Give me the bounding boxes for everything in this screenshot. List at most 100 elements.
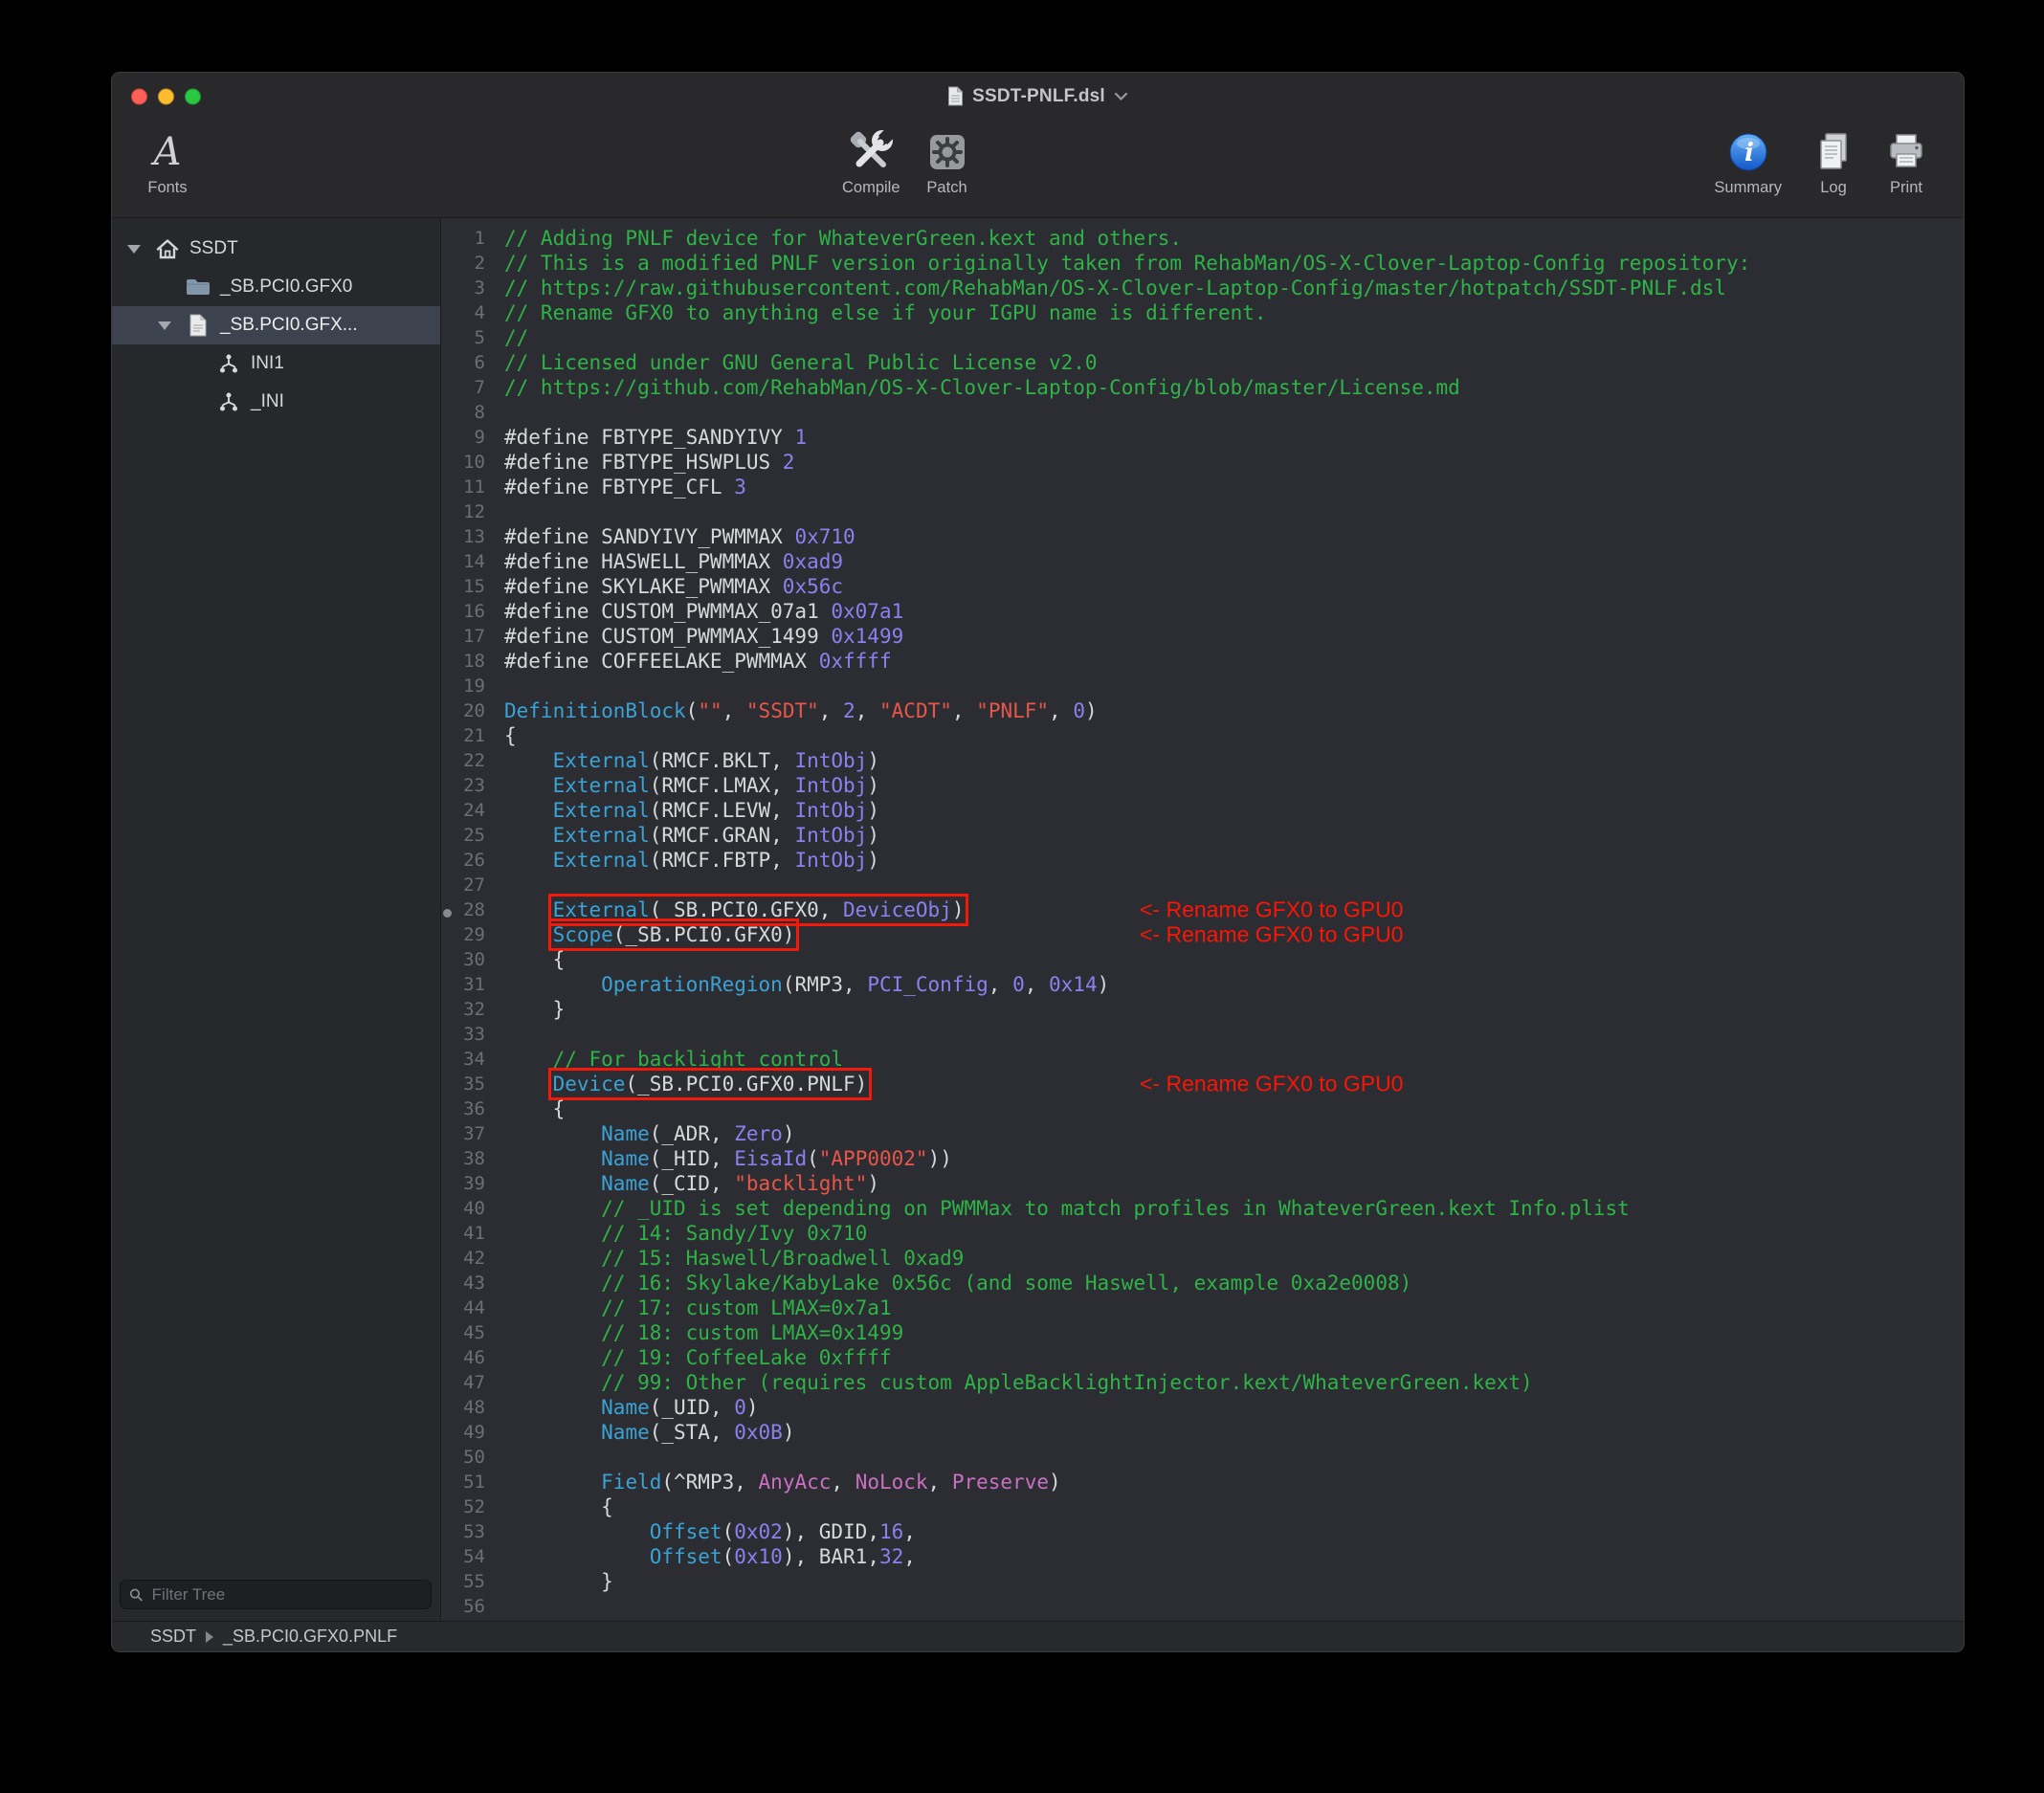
code-line[interactable]: 55 } [441,1569,1964,1594]
line-number: 18 [441,649,500,674]
code-line[interactable]: 36 { [441,1096,1964,1121]
code-line[interactable]: 32 } [441,997,1964,1022]
annotation-rename-text: <- Rename GFX0 to GPU0 [1140,1071,1403,1096]
code-text: // For backlight control [504,1047,843,1072]
line-number: 16 [441,599,500,624]
window-title-group[interactable]: SSDT-PNLF.dsl [947,86,1128,107]
filter-tree-field[interactable] [120,1580,432,1609]
code-line[interactable]: 4// Rename GFX0 to anything else if your… [441,300,1964,325]
code-text: OperationRegion(RMP3, PCI_Config, 0, 0x1… [504,972,1109,997]
code-line[interactable]: 47 // 99: Other (requires custom AppleBa… [441,1370,1964,1395]
sidebar-item-ini1[interactable]: INI1 [112,344,440,383]
window-header: SSDT-PNLF.dsl A Fonts [112,73,1964,218]
code-text: #define FBTYPE_SANDYIVY 1 [504,425,807,450]
code-line[interactable]: 51 Field(^RMP3, AnyAcc, NoLock, Preserve… [441,1470,1964,1494]
summary-button[interactable]: i Summary [1714,120,1782,197]
disclosure-triangle-icon[interactable] [156,320,175,331]
code-line[interactable]: 19 [441,674,1964,698]
code-line[interactable]: 49 Name(_STA, 0x0B) [441,1420,1964,1445]
code-line[interactable]: 3// https://raw.githubusercontent.com/Re… [441,276,1964,300]
minimize-button[interactable] [158,88,174,104]
code-line[interactable]: 23 External(RMCF.LMAX, IntObj) [441,773,1964,798]
log-button[interactable]: Log [1812,120,1855,197]
code-line[interactable]: 10#define FBTYPE_HSWPLUS 2 [441,450,1964,475]
sidebar-item-sb-pci0-gfx0[interactable]: _SB.PCI0.GFX0 [112,268,440,306]
zoom-button[interactable] [185,88,201,104]
code-line[interactable]: 38 Name(_HID, EisaId("APP0002")) [441,1146,1964,1171]
disclosure-triangle-icon[interactable] [125,243,144,255]
code-line[interactable]: 5// [441,325,1964,350]
line-number: 41 [441,1221,500,1246]
code-line[interactable]: 9#define FBTYPE_SANDYIVY 1 [441,425,1964,450]
code-line[interactable]: 31 OperationRegion(RMP3, PCI_Config, 0, … [441,972,1964,997]
code-line[interactable]: 21{ [441,723,1964,748]
code-line[interactable]: 26 External(RMCF.FBTP, IntObj) [441,848,1964,873]
code-line[interactable]: 16#define CUSTOM_PWMMAX_07a1 0x07a1 [441,599,1964,624]
code-line[interactable]: 20DefinitionBlock("", "SSDT", 2, "ACDT",… [441,698,1964,723]
line-number: 46 [441,1345,500,1370]
patch-button[interactable]: Patch [925,120,969,197]
code-line[interactable]: 56 [441,1594,1964,1619]
code-line[interactable]: 46 // 19: CoffeeLake 0xffff [441,1345,1964,1370]
code-line[interactable]: 2// This is a modified PNLF version orig… [441,251,1964,276]
code-line[interactable]: 41 // 14: Sandy/Ivy 0x710 [441,1221,1964,1246]
sidebar-item-label: INI1 [251,353,284,374]
sidebar-item-ssdt[interactable]: SSDT [112,230,440,268]
code-line[interactable]: 50 [441,1445,1964,1470]
line-number: 6 [441,350,500,375]
print-button[interactable]: Print [1885,120,1927,197]
code-line[interactable]: 18#define COFFEELAKE_PWMMAX 0xffff [441,649,1964,674]
code-line[interactable]: 42 // 15: Haswell/Broadwell 0xad9 [441,1246,1964,1271]
code-line[interactable]: 15#define SKYLAKE_PWMMAX 0x56c [441,574,1964,599]
code-line[interactable]: 25 External(RMCF.GRAN, IntObj) [441,823,1964,848]
print-printer-icon [1885,131,1927,173]
code-line[interactable]: 13#define SANDYIVY_PWMMAX 0x710 [441,524,1964,549]
code-line[interactable]: 14#define HASWELL_PWMMAX 0xad9 [441,549,1964,574]
code-line[interactable]: 1// Adding PNLF device for WhateverGreen… [441,226,1964,251]
code-line[interactable]: 53 Offset(0x02), GDID,16, [441,1519,1964,1544]
sidebar-item-sb-pci0-gfx[interactable]: _SB.PCI0.GFX... [112,306,440,344]
code-line[interactable]: 54 Offset(0x10), BAR1,32, [441,1544,1964,1569]
code-line[interactable]: 8 [441,400,1964,425]
code-line[interactable]: 6// Licensed under GNU General Public Li… [441,350,1964,375]
code-line[interactable]: 17#define CUSTOM_PWMMAX_1499 0x1499 [441,624,1964,649]
code-line[interactable]: 33 [441,1022,1964,1047]
code-line[interactable]: 22 External(RMCF.BKLT, IntObj) [441,748,1964,773]
code-text: // Adding PNLF device for WhateverGreen.… [504,226,1182,251]
code-text: // 19: CoffeeLake 0xffff [504,1345,892,1370]
code-line[interactable]: 43 // 16: Skylake/KabyLake 0x56c (and so… [441,1271,1964,1295]
code-line[interactable]: 28 External(_SB.PCI0.GFX0, DeviceObj)<- … [441,897,1964,922]
sidebar-item-ini[interactable]: _INI [112,383,440,421]
change-marker-dot [443,909,452,918]
fonts-icon: A [154,130,182,174]
code-line[interactable]: 52 { [441,1494,1964,1519]
filter-tree-input[interactable] [150,1584,422,1605]
code-line[interactable]: 27 [441,873,1964,897]
code-text: // 14: Sandy/Ivy 0x710 [504,1221,867,1246]
code-line[interactable]: 11#define FBTYPE_CFL 3 [441,475,1964,499]
code-line[interactable]: 48 Name(_UID, 0) [441,1395,1964,1420]
code-line[interactable]: 24 External(RMCF.LEVW, IntObj) [441,798,1964,823]
code-line[interactable]: 45 // 18: custom LMAX=0x1499 [441,1320,1964,1345]
code-line[interactable]: 7// https://github.com/RehabMan/OS-X-Clo… [441,375,1964,400]
code-line[interactable]: 30 { [441,947,1964,972]
code-text: // https://raw.githubusercontent.com/Reh… [504,276,1726,300]
code-line[interactable]: 37 Name(_ADR, Zero) [441,1121,1964,1146]
code-line[interactable]: 35 Device(_SB.PCI0.GFX0.PNLF)<- Rename G… [441,1072,1964,1096]
compile-button[interactable]: Compile [842,120,900,197]
code-text: } [504,997,565,1022]
code-text: // https://github.com/RehabMan/OS-X-Clov… [504,375,1460,400]
fonts-button[interactable]: A Fonts [133,120,202,197]
code-line[interactable]: 44 // 17: custom LMAX=0x7a1 [441,1295,1964,1320]
line-number: 24 [441,798,500,823]
code-line[interactable]: 34 // For backlight control [441,1047,1964,1072]
code-line[interactable]: 40 // _UID is set depending on PWMMax to… [441,1196,1964,1221]
breadcrumb-node[interactable]: _SB.PCI0.GFX0.PNLF [223,1627,397,1647]
code-editor[interactable]: 1// Adding PNLF device for WhateverGreen… [441,218,1964,1621]
code-line[interactable]: 39 Name(_CID, "backlight") [441,1171,1964,1196]
code-line[interactable]: 12 [441,499,1964,524]
line-number: 53 [441,1519,500,1544]
close-button[interactable] [131,88,147,104]
code-line[interactable]: 29 Scope(_SB.PCI0.GFX0)<- Rename GFX0 to… [441,922,1964,947]
breadcrumb-root[interactable]: SSDT [150,1627,196,1647]
